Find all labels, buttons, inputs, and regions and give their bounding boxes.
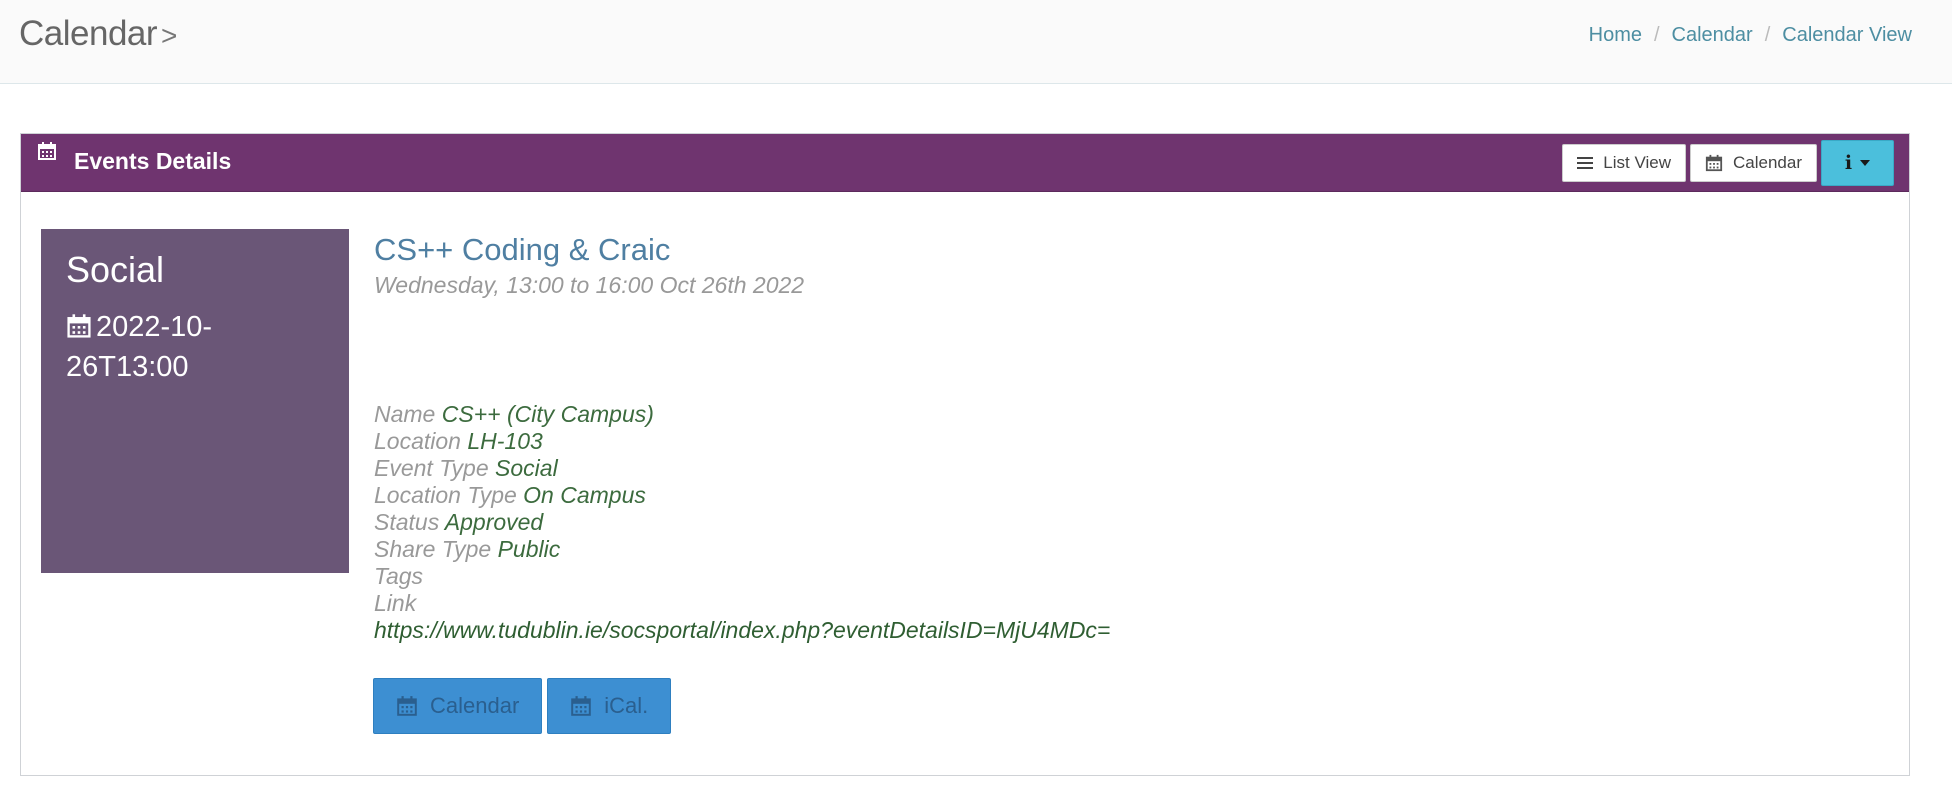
panel-toolbar: List View Calendar i [1562, 140, 1894, 186]
detail-row-location-type: Location Type On Campus [374, 482, 1110, 509]
event-actions: Calendar iCal. [373, 678, 672, 734]
event-link-url[interactable]: https://www.tudublin.ie/socsportal/index… [374, 617, 1110, 643]
breadcrumb-separator: / [1653, 24, 1660, 46]
list-icon [1577, 157, 1594, 169]
calendar-icon [38, 142, 56, 160]
add-to-calendar-button[interactable]: Calendar [373, 678, 543, 734]
caret-down-icon [1860, 160, 1871, 166]
ical-button[interactable]: iCal. [547, 678, 672, 734]
detail-label: Share Type [374, 536, 492, 562]
detail-label: Tags [374, 563, 424, 589]
event-category-tile: Social 2022-10-26T13:00 [41, 229, 349, 573]
list-view-button[interactable]: List View [1562, 144, 1686, 182]
page-header: Calendar > Home / Calendar / Calendar Vie… [0, 0, 1952, 84]
panel-heading: Events Details List View Calendar i [21, 134, 1909, 192]
calendar-view-label: Calendar [1733, 153, 1802, 172]
event-when: Wednesday, 13:00 to 16:00 Oct 26th 2022 [374, 272, 805, 298]
ical-label: iCal. [604, 693, 649, 718]
calendar-icon [397, 696, 417, 716]
calendar-icon [67, 314, 91, 338]
breadcrumb: Home / Calendar / Calendar View [1589, 24, 1912, 47]
calendar-icon [1705, 154, 1723, 172]
calendar-icon [571, 696, 592, 716]
page-title-text: Calendar [19, 14, 158, 53]
detail-value: Social [495, 455, 558, 481]
detail-label: Event Type [374, 455, 489, 481]
detail-value: Public [497, 536, 561, 562]
detail-row-event-type: Event Type Social [374, 455, 1110, 482]
event-title: CS++ Coding & Craic [374, 232, 671, 267]
calendar-view-button[interactable]: Calendar [1690, 144, 1817, 182]
detail-label: Location Type [374, 482, 517, 508]
breadcrumb-calendar-view-link[interactable]: Calendar View [1782, 24, 1912, 47]
detail-label: Link [374, 590, 417, 616]
detail-value: CS++ (City Campus) [441, 401, 654, 427]
detail-row-name: Name CS++ (City Campus) [374, 401, 1110, 428]
detail-value: LH-103 [467, 428, 543, 454]
detail-label: Status [374, 509, 440, 535]
info-icon: i [1844, 152, 1853, 174]
detail-row-location: Location LH-103 [374, 428, 1110, 455]
list-view-label: List View [1603, 153, 1671, 172]
add-to-calendar-label: Calendar [430, 693, 520, 718]
panel-title: Events Details [74, 148, 232, 174]
detail-value: Approved [444, 509, 544, 535]
breadcrumb-home-link[interactable]: Home [1589, 24, 1642, 47]
tile-category: Social [66, 249, 165, 290]
detail-row-share-type: Share Type Public [374, 536, 1110, 563]
detail-label: Name [374, 401, 436, 427]
breadcrumb-separator: / [1764, 24, 1771, 46]
tile-datetime-block: 2022-10-26T13:00 [66, 307, 326, 387]
info-dropdown-button[interactable]: i [1821, 140, 1894, 186]
page-title: Calendar > [19, 14, 177, 54]
detail-label: Location [374, 428, 461, 454]
detail-row-tags: Tags [374, 563, 1110, 590]
title-chevron: > [161, 20, 177, 51]
event-details-list: Name CS++ (City Campus) Location LH-103 … [374, 401, 1110, 644]
breadcrumb-calendar-link[interactable]: Calendar [1672, 24, 1753, 47]
detail-row-status: Status Approved [374, 509, 1110, 536]
detail-value: On Campus [523, 482, 646, 508]
event-link[interactable]: https://www.tudublin.ie/socsportal/index… [374, 617, 1110, 644]
detail-row-link: Link [374, 590, 1110, 617]
